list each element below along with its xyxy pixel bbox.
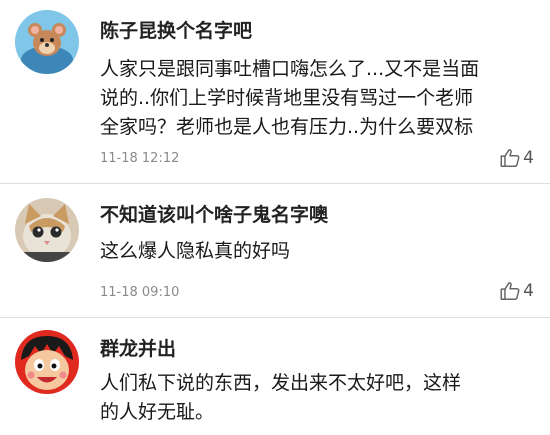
avatar[interactable] — [15, 330, 79, 394]
like-button[interactable]: 4 — [499, 280, 534, 302]
timestamp: 11-18 12:12 — [100, 151, 180, 166]
username[interactable]: 不知道该叫个啥子鬼名字噢 — [100, 200, 328, 227]
thumbs-up-icon — [500, 282, 520, 300]
avatar[interactable] — [15, 198, 79, 262]
comment-text: 人们私下说的东西，发出来不太好吧，这样 的人好无耻。 — [100, 369, 540, 427]
comment-item: 陈子昆换个名字吧 人家只是跟同事吐槽口嗨怎么了...又不是当面 说的..你们上学… — [0, 0, 550, 182]
avatar[interactable] — [15, 10, 79, 74]
like-count: 4 — [523, 281, 534, 301]
like-button[interactable]: 4 — [499, 147, 534, 169]
thumbs-up-icon — [500, 149, 520, 167]
username[interactable]: 群龙并出 — [100, 334, 176, 361]
username[interactable]: 陈子昆换个名字吧 — [100, 16, 252, 43]
comment-line: 人家只是跟同事吐槽口嗨怎么了...又不是当面 — [100, 58, 480, 80]
comment-item: 群龙并出 人们私下说的东西，发出来不太好吧，这样 的人好无耻。 — [0, 318, 550, 435]
comment-line: 的人好无耻。 — [100, 401, 215, 423]
comment-line: 人们私下说的东西，发出来不太好吧，这样 — [100, 372, 462, 394]
comment-text: 这么爆人隐私真的好吗 — [100, 237, 540, 266]
like-count: 4 — [523, 148, 534, 168]
comment-line: 这么爆人隐私真的好吗 — [100, 240, 291, 262]
comment-line: 全家吗？老师也是人也有压力..为什么要双标 — [100, 116, 474, 138]
comment-item: 不知道该叫个啥子鬼名字噢 这么爆人隐私真的好吗 11-18 09:10 4 — [0, 184, 550, 316]
timestamp: 11-18 09:10 — [100, 285, 180, 300]
comment-line: 说的..你们上学时候背地里没有骂过一个老师 — [100, 87, 474, 109]
comment-text: 人家只是跟同事吐槽口嗨怎么了...又不是当面 说的..你们上学时候背地里没有骂过… — [100, 55, 540, 142]
